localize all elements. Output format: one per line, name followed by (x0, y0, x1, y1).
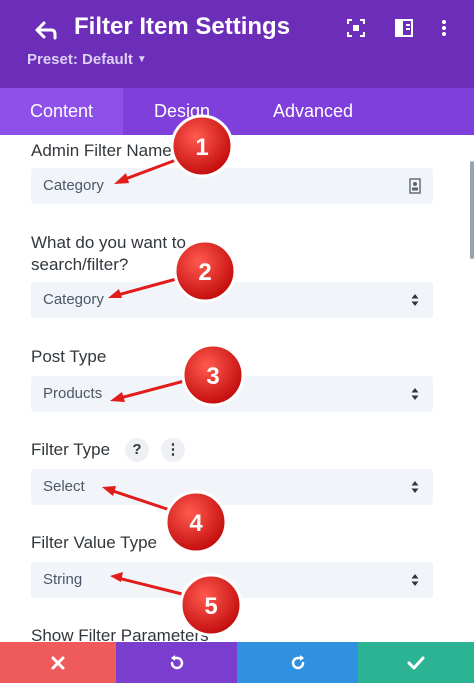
search-filter-select[interactable]: Category (31, 282, 433, 318)
redo-icon (291, 654, 304, 669)
filter-value-type-select[interactable]: String (31, 562, 433, 598)
tab-advanced[interactable]: Advanced (241, 88, 385, 135)
filter-value-type-label: Filter Value Type (31, 533, 157, 552)
split-view-icon[interactable] (393, 17, 415, 39)
tab-content[interactable]: Content (0, 88, 123, 135)
filter-type-value: Select (43, 478, 85, 495)
filter-type-select[interactable]: Select (31, 469, 433, 505)
save-button[interactable] (358, 642, 474, 683)
select-arrows-icon (411, 388, 419, 400)
undo-icon (170, 654, 183, 669)
back-arrow-icon[interactable] (32, 16, 60, 44)
more-options-icon: ⋮ (165, 441, 181, 458)
filter-type-label: Filter Type (31, 440, 111, 459)
post-type-label: Post Type (31, 347, 107, 366)
more-vertical-icon[interactable] (433, 17, 455, 39)
search-filter-label: What do you want to search/filter? (31, 233, 186, 274)
search-filter-value: Category (43, 291, 104, 308)
undo-button[interactable] (116, 642, 237, 683)
help-button[interactable]: ? (125, 438, 149, 462)
redo-button[interactable] (237, 642, 358, 683)
check-icon (407, 656, 425, 669)
page-title: Filter Item Settings (74, 13, 291, 40)
admin-filter-name-label: Admin Filter Name (31, 141, 172, 160)
admin-filter-name-input[interactable]: Category (31, 168, 433, 204)
action-footer (0, 642, 474, 683)
help-icon: ? (132, 441, 142, 458)
post-type-value: Products (43, 385, 103, 402)
contact-card-icon (409, 178, 421, 194)
admin-filter-name-value: Category (43, 177, 104, 194)
show-filter-parameters-label: Show Filter Parameters (31, 626, 209, 642)
select-arrows-icon (411, 294, 419, 306)
select-arrows-icon (411, 481, 419, 493)
preset-selector[interactable]: Preset: Default ▼ (27, 51, 147, 68)
filter-value-type-value: String (43, 571, 83, 588)
preset-label: Preset: Default (27, 51, 133, 68)
tab-design[interactable]: Design (123, 88, 241, 135)
scrollbar-thumb[interactable] (470, 161, 474, 259)
select-arrows-icon (411, 574, 419, 586)
settings-tabs: Content Design Advanced (0, 88, 474, 135)
focus-icon[interactable] (345, 17, 367, 39)
settings-header: Filter Item Settings Preset: Default ▼ (0, 0, 474, 88)
discard-button[interactable] (0, 642, 116, 683)
settings-content[interactable]: Admin Filter Name Category What do you w… (0, 135, 474, 642)
options-button[interactable]: ⋮ (161, 438, 185, 462)
close-icon (51, 656, 65, 669)
caret-down-icon: ▼ (136, 54, 147, 65)
post-type-select[interactable]: Products (31, 376, 433, 412)
